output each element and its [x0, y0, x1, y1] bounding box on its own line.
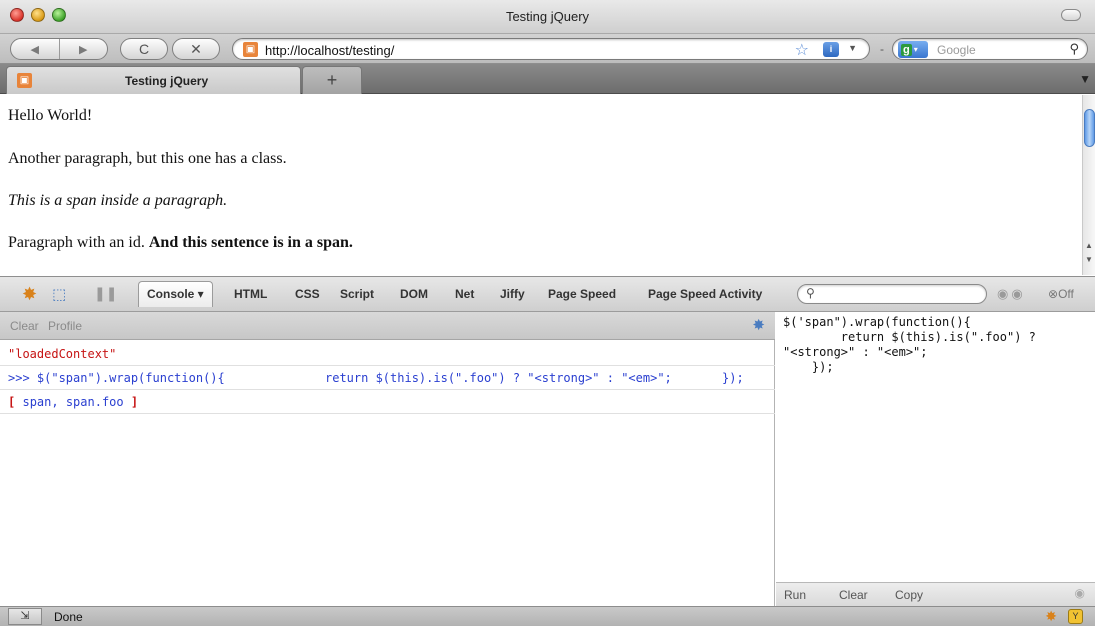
forward-arrow-icon[interactable]: ▶ [60, 39, 108, 59]
console-clear-button[interactable]: Clear [10, 319, 39, 333]
console-result-row: [ span, span.foo ] [0, 390, 775, 414]
paragraph-with-id-text: Paragraph with an id. [8, 234, 145, 251]
firebug-tab-css[interactable]: CSS [295, 287, 320, 301]
console-log-row: "loadedContext" [0, 342, 775, 366]
paragraph-with-id: Paragraph with an id. And this sentence … [8, 234, 353, 252]
firebug-toolbar: ✸ ⬚ ❚❚ Console ▾ HTML CSS Script DOM Net… [0, 276, 1095, 312]
firebug-tab-page-speed[interactable]: Page Speed [548, 287, 616, 301]
paragraph-hello: Hello World! [8, 107, 93, 124]
scrollbar-thumb[interactable] [1084, 109, 1095, 147]
scroll-down-arrow-icon[interactable]: ▼ [1083, 255, 1095, 264]
firebug-tab-html[interactable]: HTML [234, 287, 267, 301]
tab-list-icon[interactable]: ▼ [1079, 72, 1091, 86]
command-editor-footer: Run Clear Copy ◉ [776, 582, 1095, 606]
google-icon[interactable]: g ▾ [898, 41, 928, 58]
navigation-toolbar: ◀ ▶ C ✕ ▣ http://localhost/testing/ ☆ i … [0, 34, 1095, 64]
editor-clear-button[interactable]: Clear [839, 588, 868, 602]
separator-dash: - [880, 42, 884, 56]
bold-span-sentence: And this sentence is in a span. [148, 234, 353, 251]
back-forward-segment: ◀ ▶ [10, 38, 108, 60]
magnifier-icon[interactable]: ⚲ [1069, 41, 1079, 57]
firebug-search-input[interactable]: ⚲ [797, 284, 987, 304]
page-scrollbar[interactable]: ▲ ▼ [1082, 95, 1095, 275]
result-bracket-open: [ [8, 395, 16, 409]
inspect-element-icon[interactable]: ⬚ [52, 285, 66, 303]
run-button[interactable]: Run [784, 588, 806, 602]
stop-icon: ✕ [190, 40, 202, 57]
firebug-tab-jiffy[interactable]: Jiffy [500, 287, 525, 301]
tab-strip: ▣ Testing jQuery + ▼ [0, 64, 1095, 94]
toolbar-toggle-button[interactable] [1061, 9, 1081, 21]
firebug-tab-page-speed-activity[interactable]: Page Speed Activity [648, 287, 762, 301]
loaded-context-text: "loadedContext" [8, 347, 117, 361]
command-text-part1: >>> $("span").wrap(function(){ [8, 371, 225, 385]
firebug-tab-dom[interactable]: DOM [400, 287, 428, 301]
url-bar[interactable]: ▣ http://localhost/testing/ ☆ i ▼ [232, 38, 870, 60]
firebug-tab-script[interactable]: Script [340, 287, 374, 301]
editor-close-icon[interactable]: ◉ [1075, 586, 1085, 600]
result-bracket-close: ] [130, 395, 139, 409]
copy-button[interactable]: Copy [895, 588, 923, 602]
firebug-status-icon[interactable]: ✸ [1045, 608, 1057, 625]
site-favicon-icon: ▣ [243, 42, 258, 57]
firebug-tab-net[interactable]: Net [455, 287, 474, 301]
firebug-off-button[interactable]: ⊗Off [1048, 287, 1074, 301]
command-editor-toggle-icon[interactable]: ✸ [752, 316, 765, 334]
pause-icon[interactable]: ❚❚ [94, 285, 117, 302]
console-toolbar: Clear Profile ✸ [0, 312, 775, 340]
firebug-tab-console[interactable]: Console ▾ [138, 281, 213, 307]
paragraph-span: This is a span inside a paragraph. [8, 192, 228, 209]
window-titlebar: Testing jQuery [0, 0, 1095, 34]
status-text: Done [54, 610, 83, 624]
console-profile-button[interactable]: Profile [48, 319, 82, 333]
url-text[interactable]: http://localhost/testing/ [265, 43, 394, 58]
search-bar[interactable]: g ▾ Google ⚲ [892, 38, 1088, 60]
reload-button[interactable]: C [120, 38, 168, 60]
window-title: Testing jQuery [505, 9, 590, 24]
result-items-link[interactable]: span, span.foo [22, 395, 123, 409]
paragraph-with-class: Another paragraph, but this one has a cl… [8, 150, 287, 167]
reload-icon: C [138, 41, 150, 57]
command-editor[interactable]: $('span").wrap(function(){ return $(this… [776, 312, 1095, 606]
status-bar: ⇲ Done ✸ Y [0, 606, 1095, 626]
search-placeholder[interactable]: Google [937, 43, 976, 57]
tab-testing-jquery[interactable]: ▣ Testing jQuery [6, 66, 301, 94]
tab-label: Testing jQuery [125, 74, 209, 88]
command-editor-code[interactable]: $('span").wrap(function(){ return $(this… [783, 315, 1036, 375]
firebug-search-icon: ⚲ [806, 286, 815, 300]
stop-button[interactable]: ✕ [172, 38, 220, 60]
tab-favicon-icon: ▣ [17, 73, 32, 88]
firebug-menu-icon[interactable]: ✸ [22, 284, 37, 305]
command-text-part2: return $(this).is(".foo") ? "<strong>" :… [325, 371, 672, 385]
page-content: Hello World! Another paragraph, but this… [0, 95, 1082, 275]
console-panel: Clear Profile ✸ "loadedContext" >>> $("s… [0, 312, 775, 606]
yslow-icon[interactable]: Y [1068, 609, 1083, 624]
bookmark-star-icon[interactable]: ☆ [795, 40, 809, 60]
scroll-up-arrow-icon[interactable]: ▲ [1083, 241, 1095, 250]
history-dropdown-icon[interactable]: ▼ [848, 43, 857, 53]
back-arrow-icon[interactable]: ◀ [11, 39, 60, 59]
sidebar-toggle-icon[interactable]: ⇲ [8, 608, 42, 625]
new-tab-button[interactable]: + [302, 66, 362, 94]
console-command-row: >>> $("span").wrap(function(){ return $(… [0, 366, 775, 390]
command-text-part3: }); [722, 371, 744, 385]
firebug-window-controls-icon[interactable]: ◉◉ [997, 286, 1026, 302]
page-info-icon[interactable]: i [823, 42, 839, 57]
